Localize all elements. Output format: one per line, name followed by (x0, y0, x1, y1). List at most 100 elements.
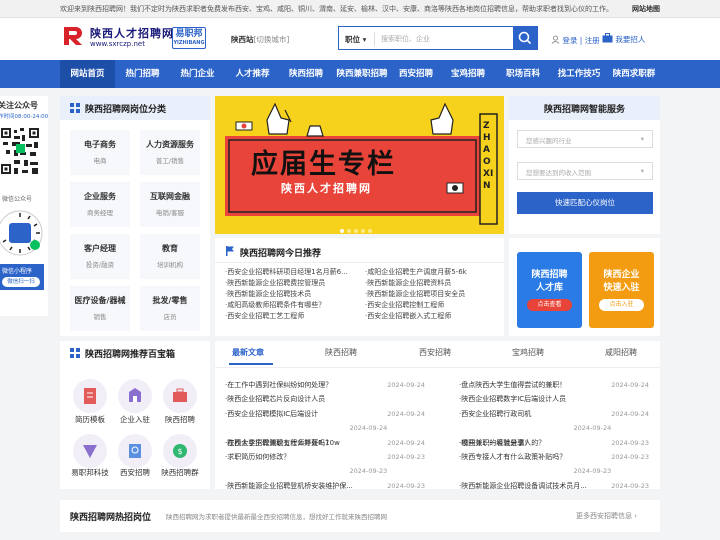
main-nav: 网站首页 热门招聘 热门企业 人才推荐 陕西招聘 陕西兼职招聘 西安招聘 宝鸡招… (0, 60, 720, 88)
scan-button[interactable]: 微信扫一扫 (2, 277, 40, 287)
category-item[interactable]: 批发/零售 店员 (140, 286, 200, 331)
tab-latest[interactable]: 最新文章 (232, 347, 264, 358)
category-name: 批发/零售 (152, 296, 188, 305)
news-link[interactable]: ·陕西新能源企业招聘资料员 (365, 278, 500, 289)
tab-xian[interactable]: 西安招聘 (419, 347, 451, 358)
today-panel: 陕西招聘网今日推荐 ·西安企业招聘科研项目经理1名月薪6... ·陕西新能源企业… (215, 238, 504, 336)
nav-parttime[interactable]: 陕西兼职招聘 (332, 60, 392, 88)
more-link[interactable]: 更多西安招聘信息 › (576, 511, 637, 521)
article-row[interactable]: ·陕西新能源企业招聘登机桥安装维护保... 2024-09-23 (225, 464, 425, 490)
income-select[interactable]: 您想要达到的收入范围 ▾ (517, 162, 653, 180)
banner-headline: 应届生专栏 (251, 149, 396, 180)
station-switcher[interactable]: 陕西站[切换城市] (231, 34, 289, 45)
search-input[interactable]: 搜索职位、企业 (381, 34, 430, 44)
article-row[interactable]: ·陕西新能源企业招聘设备调试技术员月... 2024-09-23 (459, 464, 649, 490)
banner-dot[interactable] (368, 229, 372, 233)
banner-dot[interactable] (354, 229, 358, 233)
category-item[interactable]: 人力资源服务 普工/销售 (140, 130, 200, 175)
article-row[interactable]: ·校园兼职的经验分享！ 2024-09-23 (459, 421, 649, 447)
company-join-card[interactable]: 陕西企业 快速入驻 点击入驻 (589, 252, 654, 328)
briefcase-icon (602, 33, 613, 43)
promo-line2: 快速入驻 (603, 283, 640, 293)
category-item[interactable]: 客户经理 投资/融资 (70, 234, 130, 279)
news-link[interactable]: ·陕西新能源企业招聘费控管理员 (225, 278, 360, 289)
company-icon[interactable] (118, 379, 152, 413)
logo-r-icon (62, 25, 84, 47)
news-link[interactable]: ·陕西新能源企业招聘技术员 (225, 289, 360, 300)
login-link[interactable]: 登录 (562, 36, 577, 45)
banner-dot[interactable] (347, 229, 351, 233)
search-doc-icon[interactable] (118, 434, 152, 468)
box-label[interactable]: 陕西招聘 (153, 414, 207, 425)
tab-shaanxi[interactable]: 陕西招聘 (325, 347, 357, 358)
promo-line2: 人才库 (535, 283, 563, 293)
match-button[interactable]: 快速匹配心仪岗位 (517, 192, 653, 214)
match-header: 陕西招聘网智能服务 (509, 96, 660, 120)
talent-pool-card[interactable]: 陕西招聘 人才库 点击查看 (517, 252, 582, 328)
view-button[interactable]: 点击查看 (527, 299, 572, 311)
search-button[interactable] (513, 27, 537, 49)
nav-xian[interactable]: 西安招聘 (392, 60, 440, 88)
today-divider (215, 262, 504, 263)
nav-talent[interactable]: 人才推荐 (225, 60, 280, 88)
recruit-link[interactable]: 我要招人 (602, 33, 645, 45)
category-header: 陕西招聘网岗位分类 (60, 96, 210, 120)
wechat-label: 微信公众号 (2, 196, 33, 203)
news-link[interactable]: ·西安企业招聘工艺工程师 (225, 311, 360, 322)
join-button[interactable]: 点击入驻 (599, 299, 644, 311)
flag-icon (226, 246, 234, 256)
article-title: ·求职简历如何修改？ (225, 452, 291, 461)
tab-baoji[interactable]: 宝鸡招聘 (512, 347, 544, 358)
nav-wiki[interactable]: 职场百科 (496, 60, 550, 88)
logo-name[interactable]: 陕西人才招聘网 (90, 25, 174, 41)
nav-group[interactable]: 陕西求职群 (608, 60, 660, 88)
industry-select[interactable]: 您感兴趣的行业 ▾ (517, 130, 653, 148)
industry-placeholder: 您感兴趣的行业 (526, 137, 572, 145)
news-link[interactable]: ·西安企业招聘嵌入式工程师 (365, 311, 500, 322)
article-row[interactable]: ·陕西企业招聘芯片反向设计人员 2024-09-24 (225, 392, 425, 417)
article-row[interactable]: ·盘点陕西大学生值得尝试的兼职！ 2024-09-24 (459, 378, 649, 392)
news-link[interactable]: ·陕西新能源企业招聘项目安全员 (365, 289, 500, 300)
category-name: 人力资源服务 (146, 140, 194, 149)
nav-shaanxi-jobs[interactable]: 陕西招聘 (280, 60, 332, 88)
nav-tips[interactable]: 找工作技巧 (550, 60, 608, 88)
brand-logo[interactable]: 易职邦 YIZHIBANG (172, 27, 206, 49)
banner-dots (340, 226, 372, 234)
news-link[interactable]: ·西安企业招聘控制工程师 (365, 300, 500, 311)
sitemap-link[interactable]: 网站地图 (632, 4, 660, 14)
box-label[interactable]: 陕西招聘群 (153, 467, 207, 478)
register-link[interactable]: 注册 (585, 36, 600, 45)
nav-baoji[interactable]: 宝鸡招聘 (440, 60, 496, 88)
article-row[interactable]: ·在工作中遇到社保纠纷如何处理？ 2024-09-24 (225, 378, 425, 392)
news-link[interactable]: ·西安企业招聘科研项目经理1名月薪6... (225, 267, 360, 278)
hot-jobs-desc: 陕西招聘网为求职者提供最新最全西安招聘信息，想找好工作就来陕西招聘网 (166, 513, 387, 521)
category-item[interactable]: 企业服务 商务经理 (70, 182, 130, 227)
search-type-select[interactable]: 职位 ▾ (345, 34, 366, 45)
category-item[interactable]: 医疗设备/器械 销售 (70, 286, 130, 331)
hot-jobs-title: 陕西招聘网热招岗位 (70, 513, 152, 523)
switch-city-link[interactable]: [切换城市] (254, 35, 290, 44)
nav-hot-jobs[interactable]: 热门招聘 (115, 60, 170, 88)
category-name: 客户经理 (84, 244, 116, 253)
article-title: ·在校大学生做兼职有什么好处吗？ (225, 438, 333, 447)
briefcase-icon[interactable] (163, 379, 197, 413)
mini-program-panel: 微信小程序 微信扫一扫 (0, 264, 44, 290)
banner-dot[interactable] (361, 229, 365, 233)
tab-xianyang[interactable]: 咸阳招聘 (605, 347, 637, 358)
banner[interactable]: 应届生专栏 陕西人才招聘网 ZHAOXIN (215, 96, 504, 234)
nav-home[interactable]: 网站首页 (60, 60, 115, 88)
article-title: ·西安企业招聘行政司机 (459, 409, 532, 418)
group-icon[interactable]: $ (163, 434, 197, 468)
article-row[interactable]: ·陕西企业招聘测绘工程师年薪6-10w 2024-09-24 (225, 421, 425, 447)
news-link[interactable]: ·咸阳高级教师招聘条件有哪些？ (225, 300, 360, 311)
category-item[interactable]: 电子商务 电商 (70, 130, 130, 175)
brand-icon[interactable] (73, 434, 107, 468)
category-item[interactable]: 互联网金融 电销/客服 (140, 182, 200, 227)
news-link[interactable]: ·咸阳企业招聘生产调度月薪5-6k (365, 267, 500, 278)
banner-dot[interactable] (340, 229, 344, 233)
category-item[interactable]: 教育 培训机构 (140, 234, 200, 279)
resume-icon[interactable] (73, 379, 107, 413)
article-row[interactable]: ·陕西企业招聘数字IC后端设计人员 2024-09-24 (459, 392, 649, 417)
logo-url: www.sxrczp.net (90, 40, 145, 48)
nav-hot-companies[interactable]: 热门企业 (170, 60, 225, 88)
